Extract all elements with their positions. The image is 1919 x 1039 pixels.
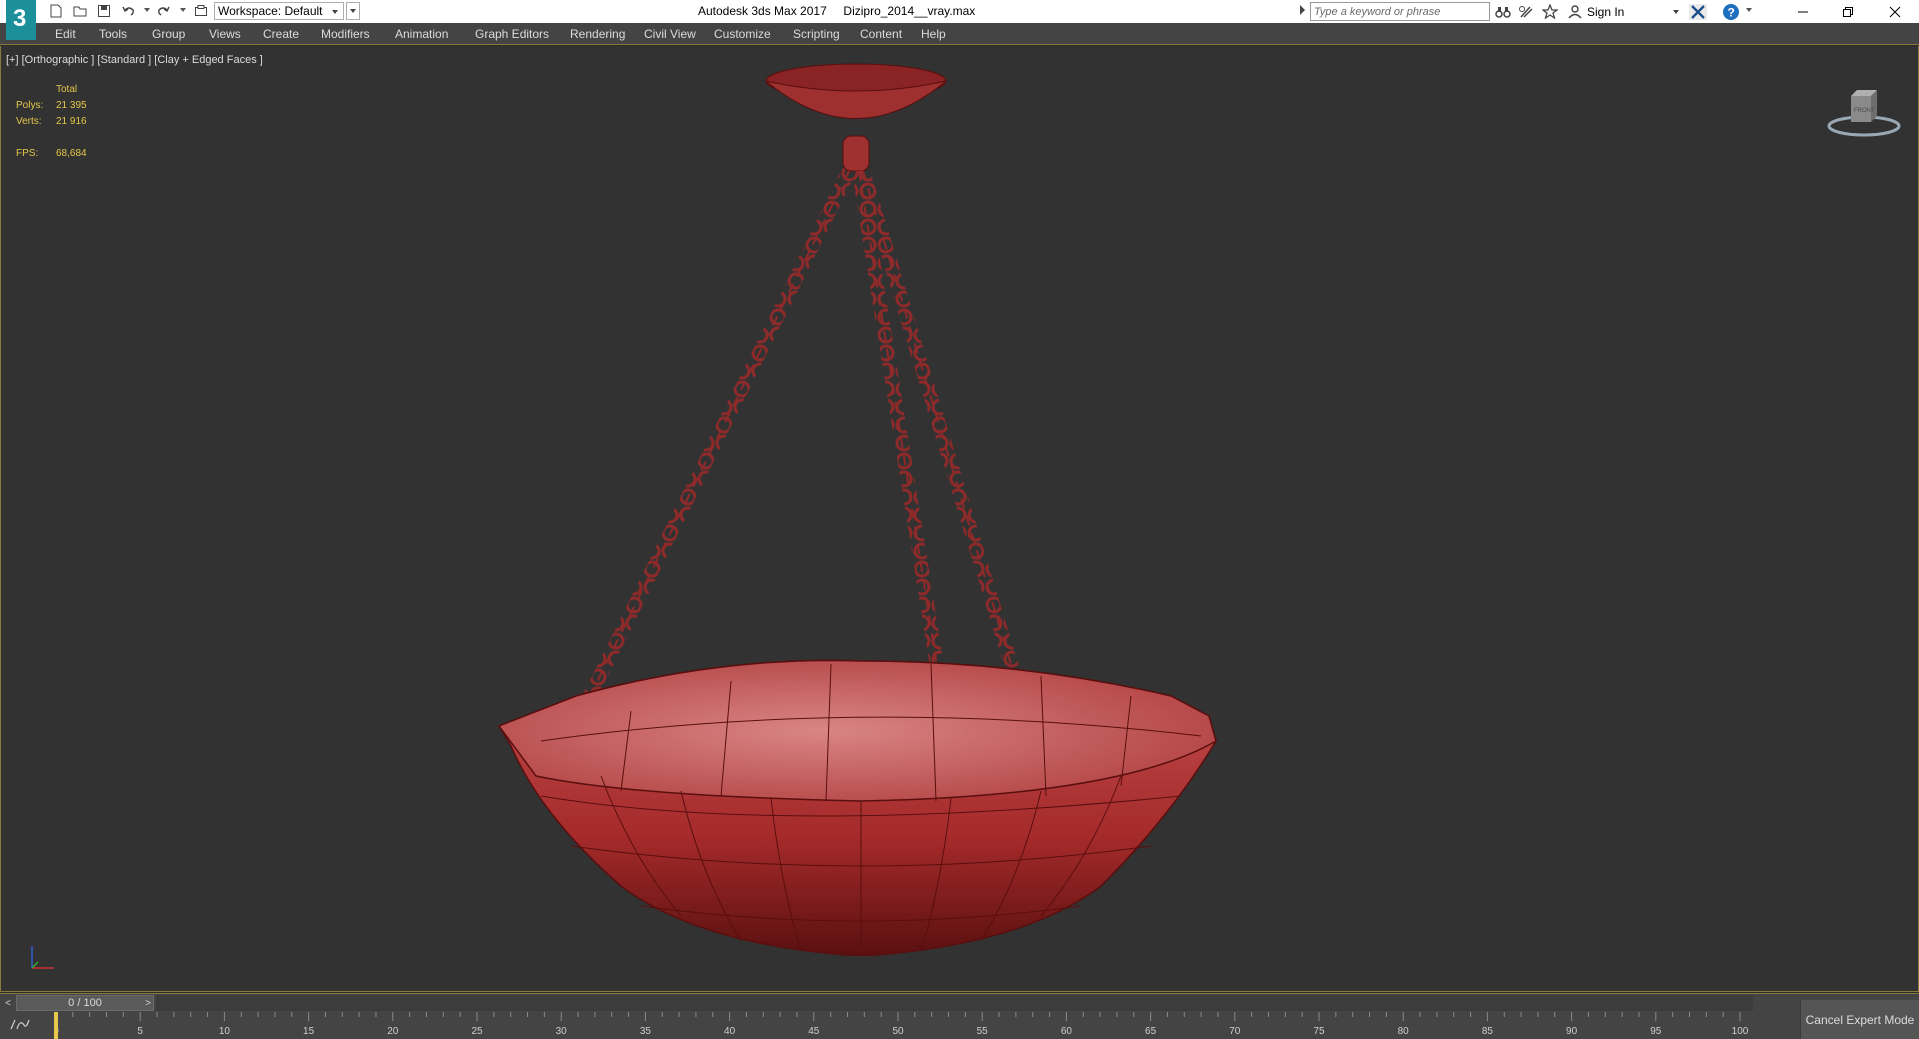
ruler-label: 45 [808,1026,820,1037]
frame-ruler[interactable]: 0510152025303540455055606570758085909510… [54,1012,1754,1039]
time-slider-next-button[interactable]: > [140,994,156,1012]
workspace-select[interactable]: Workspace: Default [214,2,344,20]
stats-polys-value: 21 395 [56,100,87,111]
redo-dropdown-icon[interactable] [180,8,186,12]
chevron-down-icon[interactable] [1673,10,1679,14]
user-icon[interactable] [1566,3,1583,20]
app-logo-icon[interactable]: 3 [6,0,36,40]
ruler-label: 90 [1566,1026,1578,1037]
track-bar[interactable]: 0510152025303540455055606570758085909510… [0,1012,1919,1039]
ruler-label: 50 [892,1026,904,1037]
cancel-expert-mode-button[interactable]: Cancel Expert Mode [1800,1000,1919,1039]
stats-verts-value: 21 916 [56,116,87,127]
menu-modifiers[interactable]: Modifiers [321,27,370,41]
ruler-label: 20 [387,1026,399,1037]
stats-fps-label: FPS: [16,148,39,159]
axis-tripod-icon [26,936,66,976]
ruler-label: 10 [219,1026,231,1037]
svg-text:3: 3 [13,5,26,32]
menu-tools[interactable]: Tools [99,27,127,41]
close-icon[interactable] [1873,0,1917,23]
svg-text:?: ? [1728,5,1735,19]
stats-fps-value: 68,684 [56,148,87,159]
star-icon[interactable] [1541,3,1558,20]
minimize-icon[interactable] [1781,0,1825,23]
sign-in-link[interactable]: Sign In [1587,5,1624,19]
ruler-label: 60 [1061,1026,1073,1037]
menu-scripting[interactable]: Scripting [793,27,840,41]
ruler-label: 85 [1482,1026,1494,1037]
menu-graph-editors[interactable]: Graph Editors [475,27,549,41]
search-input[interactable] [1310,2,1490,21]
ruler-label: 15 [303,1026,315,1037]
menu-civil-view[interactable]: Civil View [644,27,696,41]
window-title: Autodesk 3ds Max 2017 Dizipro_2014__vray… [698,4,976,18]
ruler-label: 75 [1313,1026,1325,1037]
svg-text:FRONT: FRONT [1854,108,1875,114]
menu-edit[interactable]: Edit [55,27,76,41]
mini-curve-editor-icon[interactable] [10,1017,30,1034]
redo-icon[interactable] [155,3,171,19]
time-slider-track[interactable] [156,995,1753,1011]
menu-customize[interactable]: Customize [714,27,771,41]
chandelier-model[interactable] [481,56,1241,957]
time-slider-prev-button[interactable]: < [0,994,16,1012]
search-expand-icon[interactable] [1300,5,1305,15]
current-frame-marker[interactable] [54,1012,58,1039]
stats-total-label: Total [56,84,78,95]
time-slider[interactable]: < 0 / 100 > [0,993,1919,1012]
menu-help[interactable]: Help [921,27,946,41]
ruler-label: 95 [1650,1026,1662,1037]
menu-views[interactable]: Views [209,27,241,41]
project-folder-icon[interactable] [193,3,209,19]
menu-content[interactable]: Content [860,27,902,41]
open-file-icon[interactable] [72,3,88,19]
autodesk-app-store-icon[interactable] [1688,3,1708,20]
ruler-label: 55 [977,1026,989,1037]
undo-dropdown-icon[interactable] [144,8,150,12]
save-file-icon[interactable] [96,3,112,19]
ruler-label: 5 [137,1026,143,1037]
menu-create[interactable]: Create [263,27,299,41]
menu-rendering[interactable]: Rendering [570,27,625,41]
ruler-label: 65 [1145,1026,1157,1037]
binoculars-icon[interactable] [1494,3,1511,20]
menu-animation[interactable]: Animation [395,27,448,41]
ruler-label: 25 [471,1026,483,1037]
undo-icon[interactable] [121,3,137,19]
menu-group[interactable]: Group [152,27,185,41]
chevron-down-icon [332,10,338,14]
ruler-label: 30 [556,1026,568,1037]
stats-polys-label: Polys: [16,100,44,111]
help-icon[interactable]: ? [1720,3,1742,20]
workspace-menu-button[interactable] [346,2,360,20]
restore-icon[interactable] [1826,0,1870,23]
ruler-label: 80 [1398,1026,1410,1037]
menu-bar: Edit Tools Group Views Create Modifiers … [0,23,1919,45]
help-dropdown-icon[interactable] [1746,8,1752,12]
ruler-label: 35 [640,1026,652,1037]
title-bar: 3 Workspace: Default Autodesk 3ds Max 20… [0,0,1919,40]
communication-center-icon[interactable] [1517,3,1534,20]
viewport-orthographic[interactable]: [+] [Orthographic ] [Standard ] [Clay + … [0,46,1919,992]
viewcube-icon[interactable]: FRONT [1821,82,1901,142]
viewport-label[interactable]: [+] [Orthographic ] [Standard ] [Clay + … [6,54,263,66]
ruler-label: 70 [1229,1026,1241,1037]
chevron-down-icon [350,9,356,13]
stats-verts-label: Verts: [16,116,42,127]
workspace-select-value: Workspace: Default [218,4,323,18]
new-file-icon[interactable] [48,3,64,19]
time-slider-thumb[interactable]: 0 / 100 [16,995,154,1011]
ruler-label: 40 [724,1026,736,1037]
ruler-label: 100 [1732,1026,1749,1037]
